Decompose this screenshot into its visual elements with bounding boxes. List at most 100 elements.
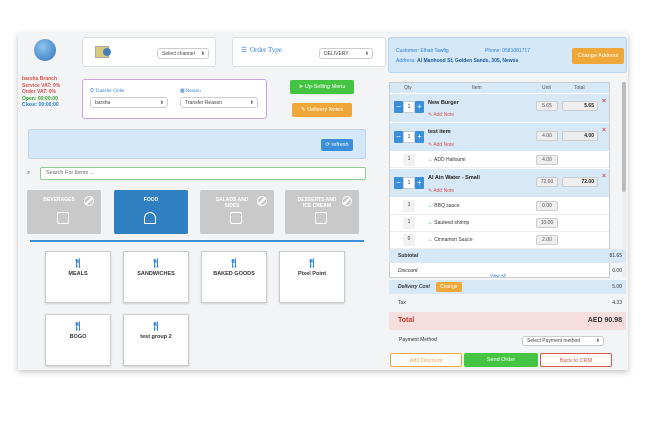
fork-knife-icon: 🍴︎ xyxy=(306,258,318,268)
customer-phone: 0581081717 xyxy=(502,48,531,54)
item-name: New Burger xyxy=(428,100,459,106)
customer-address: Al Manhood St, Golden Sands, 305, Newss xyxy=(417,58,519,64)
cake-icon xyxy=(315,212,327,224)
add-note-link[interactable]: ✎ Add Note xyxy=(428,112,454,118)
group-bogo[interactable]: 🍴︎ BOGO xyxy=(45,314,111,366)
modifier-row: 1 ∟ ADD Halloumi 4.00 xyxy=(390,152,609,168)
back-to-crm-button[interactable]: Back to CRM xyxy=(540,353,612,367)
qty-value[interactable]: 1 xyxy=(403,131,415,143)
fork-knife-icon: 🍴︎ xyxy=(72,258,84,268)
salad-icon xyxy=(230,212,242,224)
channel-select[interactable]: Select channel xyxy=(157,48,209,59)
ban-icon xyxy=(257,196,267,206)
search-icon: ⌕ xyxy=(27,170,31,176)
order-table-header: Qty Item Unit Total xyxy=(390,83,609,93)
group-meals[interactable]: 🍴︎ MEALS xyxy=(45,251,111,303)
close-time: Close: 00:00:00 xyxy=(22,102,59,108)
plus-button[interactable]: + xyxy=(415,101,424,113)
group-pixel-point[interactable]: 🍴︎ Pixel Point xyxy=(279,251,345,303)
modifier-price: 10.00 xyxy=(536,218,558,228)
tax-value: 4.33 xyxy=(612,300,622,306)
send-order-button[interactable]: Send Order xyxy=(464,353,538,367)
qty-value[interactable]: 1 xyxy=(403,101,415,113)
category-food[interactable]: FOOD xyxy=(114,190,188,234)
upselling-menu-button[interactable]: ➤ Up-Selling Menu xyxy=(290,80,354,94)
unit-price: 4.00 xyxy=(536,131,558,141)
line-total: 72.00 xyxy=(562,177,598,187)
reason-label: ▦ Reason xyxy=(180,89,201,94)
fork-knife-icon: 🍴︎ xyxy=(72,321,84,331)
category-beverages[interactable]: BEVERAGES xyxy=(27,190,101,234)
qty-value[interactable]: 1 xyxy=(403,177,415,189)
modifier-name: ∟ Sauteed shrimp xyxy=(428,220,470,226)
order-type-select[interactable]: DELIVERY xyxy=(319,48,373,59)
logo-globe-icon xyxy=(34,39,56,61)
modifier-name: ∟ ADD Halloumi xyxy=(428,157,466,163)
modifier-name: ∟ BBQ sauce xyxy=(428,203,460,209)
category-desserts[interactable]: DESSERTS AND ICE CREAM xyxy=(285,190,359,234)
order-item-row: − 1 + Al Ain Water - Small ✎ Add Note 72… xyxy=(390,169,609,197)
discount-value: 0.00 xyxy=(612,268,622,274)
search-input[interactable]: Search For Items ... xyxy=(40,167,366,180)
discount-row: Discount 0.00 xyxy=(389,264,626,278)
line-total: 5.65 xyxy=(562,101,598,111)
order-item-row: − 1 + test item ✎ Add Note 4.00 4.00 × xyxy=(390,123,609,151)
minus-button[interactable]: − xyxy=(394,101,403,113)
transfer-order-label: ⛭ Transfer Order xyxy=(90,89,125,94)
modifier-price: 2.00 xyxy=(536,235,558,245)
payment-method-select[interactable]: Select Payment method xyxy=(522,336,604,346)
customer-panel: Customer: Elhab Tawfig Phone: 0581081717… xyxy=(388,37,627,73)
remove-item-icon[interactable]: × xyxy=(602,127,606,134)
customer-name: Elhab Tawfig xyxy=(420,48,449,54)
add-discount-button[interactable]: Add Discount xyxy=(390,353,462,367)
plus-button[interactable]: + xyxy=(415,131,424,143)
pos-window: barsha Branch Service VAT: 0% Order VAT:… xyxy=(18,33,628,370)
plus-button[interactable]: + xyxy=(415,177,424,189)
modifier-name: ∟ Cinnamon Sauce xyxy=(428,237,473,243)
order-item-row: − 1 + New Burger ✎ Add Note 5.65 5.65 × xyxy=(390,94,609,122)
delivery-value: 5.00 xyxy=(612,284,622,290)
remove-item-icon[interactable]: × xyxy=(602,98,606,105)
divider xyxy=(30,240,364,242)
group-test-group-2[interactable]: 🍴︎ test group 2 xyxy=(123,314,189,366)
fork-knife-icon: 🍴︎ xyxy=(228,258,240,268)
modifier-price: 4.00 xyxy=(536,155,558,165)
add-note-link[interactable]: ✎ Add Note xyxy=(428,142,454,148)
fork-knife-icon: 🍴︎ xyxy=(150,321,162,331)
total-row: Total AED 90.98 xyxy=(389,312,626,330)
minus-button[interactable]: − xyxy=(394,131,403,143)
fork-knife-icon: 🍴︎ xyxy=(150,258,162,268)
channel-image-icon-2 xyxy=(103,48,111,56)
modifier-row: 1 ∟ Sauteed shrimp 10.00 xyxy=(390,215,609,232)
reason-select[interactable]: Transfer Reason xyxy=(180,97,258,108)
remove-item-icon[interactable]: × xyxy=(602,173,606,180)
info-panel: ⟳ refresh xyxy=(28,129,366,159)
ban-icon xyxy=(84,196,94,206)
order-type-label: Order Type xyxy=(250,46,282,54)
subtotal-row: Subtotal 81.65 xyxy=(389,249,626,263)
total-value: AED 90.98 xyxy=(587,317,622,324)
unit-price: 72.00 xyxy=(536,177,558,187)
item-name: Al Ain Water - Small xyxy=(428,175,480,181)
list-icon: ☰ xyxy=(241,47,248,54)
modifier-qty: 1 xyxy=(403,200,415,212)
minus-button[interactable]: − xyxy=(394,177,403,189)
group-baked-goods[interactable]: 🍴︎ BAKED GOODS xyxy=(201,251,267,303)
channel-card: Select channel xyxy=(82,37,216,67)
group-sandwiches[interactable]: 🍴︎ SANDWICHES xyxy=(123,251,189,303)
transfer-order-select[interactable]: barsha xyxy=(90,97,168,108)
delivery-change-button[interactable]: Change xyxy=(436,282,462,292)
food-cloche-icon xyxy=(144,212,156,224)
branch-info: barsha Branch Service VAT: 0% Order VAT:… xyxy=(22,76,72,109)
modifier-qty: 1 xyxy=(403,217,415,229)
add-note-link[interactable]: ✎ Add Note xyxy=(428,188,454,194)
modifier-qty: 1 xyxy=(403,154,415,166)
refresh-button[interactable]: ⟳ refresh xyxy=(321,139,353,151)
modifier-price: 0.00 xyxy=(536,201,558,211)
change-address-button[interactable]: Change Address xyxy=(572,48,624,64)
category-salads-and-sides[interactable]: SALADS AND SIDES xyxy=(200,190,274,234)
subtotal-value: 81.65 xyxy=(609,253,622,259)
delivery-notes-button[interactable]: ✎ Delivery Notes xyxy=(292,103,352,117)
drink-icon xyxy=(57,212,69,224)
ban-icon xyxy=(342,196,352,206)
